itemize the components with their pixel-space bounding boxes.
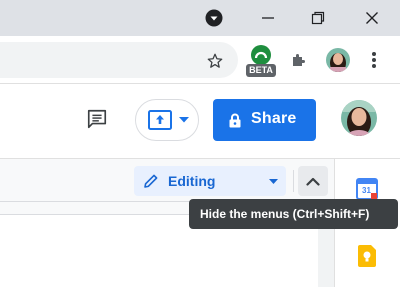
toolbar-separator	[293, 170, 294, 192]
comment-history-icon[interactable]	[84, 106, 110, 132]
minimize-icon[interactable]	[254, 6, 282, 30]
address-bar[interactable]	[0, 42, 238, 78]
tooltip-text: Hide the menus (Ctrl+Shift+F)	[200, 207, 370, 221]
keep-app-icon[interactable]	[357, 245, 377, 267]
present-button[interactable]	[135, 99, 199, 141]
browser-profile-avatar[interactable]	[326, 48, 350, 72]
present-to-meeting-icon	[148, 109, 172, 131]
calendar-day: 31	[362, 186, 371, 195]
hide-menus-tooltip: Hide the menus (Ctrl+Shift+F)	[189, 199, 398, 229]
restore-icon[interactable]	[304, 6, 332, 30]
extension-icon[interactable]	[250, 44, 272, 66]
editing-mode-button[interactable]: Editing	[134, 166, 286, 196]
hide-menus-button[interactable]	[298, 166, 328, 196]
browser-titlebar	[0, 0, 400, 36]
editing-mode-label: Editing	[168, 173, 216, 189]
chevron-down-icon	[178, 114, 190, 126]
kebab-menu-icon[interactable]	[364, 49, 384, 71]
extension-beta-badge: BETA	[246, 64, 276, 77]
profile-dropdown-icon[interactable]	[205, 9, 223, 27]
share-button[interactable]: Share	[213, 99, 316, 141]
share-label: Share	[251, 110, 297, 127]
account-avatar[interactable]	[341, 100, 377, 136]
lock-icon	[228, 112, 242, 128]
chevron-down-icon	[268, 177, 278, 185]
close-icon[interactable]	[358, 6, 386, 30]
star-icon[interactable]	[204, 50, 226, 72]
docs-header	[0, 84, 400, 158]
pencil-icon	[142, 172, 160, 190]
puzzle-icon[interactable]	[288, 49, 310, 71]
chevron-up-icon	[305, 175, 321, 187]
